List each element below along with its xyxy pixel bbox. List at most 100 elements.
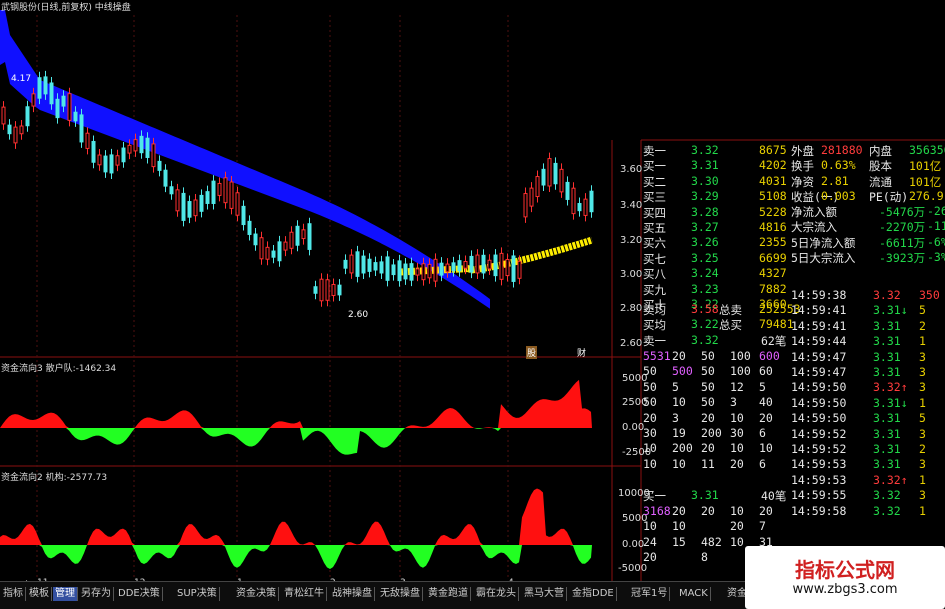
queue-order: 20 xyxy=(643,550,657,565)
toolbar-tab[interactable]: SUP决策 xyxy=(175,587,220,601)
indicator1-area-negative xyxy=(0,428,592,455)
queue-order: 3168 xyxy=(643,504,671,518)
toolbar-tab[interactable]: 青松红牛 xyxy=(282,587,327,601)
orderbook-level-price: 3.30 xyxy=(691,173,719,188)
toolbar-tab[interactable]: 冠军1号 xyxy=(629,587,671,601)
event-marker[interactable]: 财 xyxy=(577,346,586,359)
queue-order: 50 xyxy=(643,379,657,394)
candlestick xyxy=(271,250,276,258)
candlestick xyxy=(241,205,246,226)
queue-order: 600 xyxy=(759,349,780,363)
toolbar-tab[interactable]: MACK xyxy=(677,587,711,601)
queue-order: 5 xyxy=(672,379,679,394)
candlestick xyxy=(547,158,552,187)
tick-time: 14:59:50 xyxy=(791,411,847,426)
orderbook-level-volume: 4816 xyxy=(759,220,787,234)
toolbar-tab[interactable]: DDE决策 xyxy=(116,587,163,601)
candlestick xyxy=(55,98,60,119)
watermark: 指标公式网 www.zbgs3.com xyxy=(745,546,945,609)
tick-time: 14:59:47 xyxy=(791,365,847,379)
orderbook-level-volume: 7882 xyxy=(759,281,787,296)
candlestick xyxy=(229,181,234,209)
candlestick xyxy=(475,254,480,274)
tick-price: 3.31 xyxy=(873,411,901,426)
toolbar-tab[interactable]: 黄金跑道 xyxy=(426,587,471,601)
toolbar-tab[interactable]: 模板 xyxy=(27,587,52,601)
candlestick xyxy=(151,143,156,168)
tick-time: 14:59:38 xyxy=(791,288,847,302)
candlestick xyxy=(91,140,96,163)
orderbook-level-label: 买五 xyxy=(643,221,666,235)
candlestick xyxy=(235,192,240,216)
toolbar-tab[interactable]: 黑马大营 xyxy=(522,587,567,601)
candlestick xyxy=(487,259,492,270)
candlestick xyxy=(115,155,120,166)
queue-order: 6 xyxy=(759,426,766,440)
watermark-url: www.zbgs3.com xyxy=(792,582,898,597)
candlestick xyxy=(289,231,294,249)
orderbook-level-label: 买一 xyxy=(643,159,666,174)
tick-time: 14:59:41 xyxy=(791,318,847,333)
tick-time: 14:59:53 xyxy=(791,472,847,487)
candlestick xyxy=(259,237,264,260)
candlestick xyxy=(301,229,306,240)
event-marker[interactable]: 股 xyxy=(526,346,538,359)
candlestick xyxy=(127,144,132,154)
avg-price: 3.58 xyxy=(691,302,719,316)
stat-value: 281880 xyxy=(821,143,863,157)
candlestick xyxy=(25,106,30,127)
candlestick xyxy=(517,260,522,279)
tick-time: 14:59:58 xyxy=(791,503,847,518)
toolbar-tab[interactable]: 霸在龙头 xyxy=(474,587,519,601)
candlestick xyxy=(427,263,432,279)
avg-price: 3.22 xyxy=(691,317,719,332)
queue-order: 20 xyxy=(672,504,686,518)
queue-order: 11 xyxy=(701,456,715,471)
queue-order: 5 xyxy=(759,379,766,394)
tick-time: 14:59:52 xyxy=(791,442,847,456)
queue-count: 62笔 xyxy=(761,334,787,348)
total-label: 总卖 xyxy=(719,303,742,317)
candlestick xyxy=(529,187,534,207)
price-axis-tick: 3.60 xyxy=(620,164,643,175)
tick-price: 3.31↓ xyxy=(873,303,908,318)
queue-order: 20 xyxy=(672,349,686,363)
candlestick xyxy=(463,261,468,269)
toolbar-tab[interactable]: 指标 xyxy=(1,587,26,601)
candlestick xyxy=(439,262,444,276)
queue-order: 19 xyxy=(672,426,686,440)
orderbook-level-volume: 4327 xyxy=(759,266,787,281)
toolbar-tab[interactable]: 金指DDE xyxy=(570,587,617,601)
toolbar-tab[interactable]: 无敌操盘 xyxy=(378,587,423,601)
total-volume: 79481 xyxy=(759,317,794,332)
queue-label: 买一 xyxy=(643,489,666,503)
candlestick xyxy=(481,254,486,274)
queue-order: 20 xyxy=(759,410,773,425)
queue-order: 50 xyxy=(701,364,715,379)
queue-order: 10 xyxy=(759,441,773,456)
queue-order: 100 xyxy=(730,364,751,379)
tick-price: 3.31 xyxy=(873,365,901,379)
candlestick xyxy=(421,263,426,281)
candlestick xyxy=(493,254,498,277)
candlestick xyxy=(187,201,192,218)
toolbar-tab[interactable]: 另存为 xyxy=(79,587,114,601)
candlestick xyxy=(397,260,402,282)
candlestick xyxy=(415,268,420,276)
stat-value: 2.81 xyxy=(821,173,849,188)
candlestick xyxy=(589,190,594,213)
toolbar-tab[interactable]: 管理 xyxy=(53,587,78,601)
flow-value: -6611万 xyxy=(879,235,926,250)
orderbook-level-label: 买七 xyxy=(643,251,666,266)
tick-price: 3.31↓ xyxy=(873,395,908,410)
toolbar-tab[interactable]: 战神操盘 xyxy=(330,587,375,601)
queue-order: 500 xyxy=(672,364,693,379)
stock-chart-screen: 武钢股份(日线,前复权) 中线操盘 4.17 2.60 3.60 3.40 3.… xyxy=(0,0,945,609)
tick-volume: 2 xyxy=(919,442,926,456)
candlestick xyxy=(469,255,474,273)
candlestick xyxy=(61,95,66,107)
flow-pct: -11% xyxy=(927,219,945,234)
stat-value: 101亿 xyxy=(909,174,942,189)
flow-label: 大宗流入 xyxy=(791,220,837,235)
toolbar-tab[interactable]: 资金决策 xyxy=(234,587,279,601)
